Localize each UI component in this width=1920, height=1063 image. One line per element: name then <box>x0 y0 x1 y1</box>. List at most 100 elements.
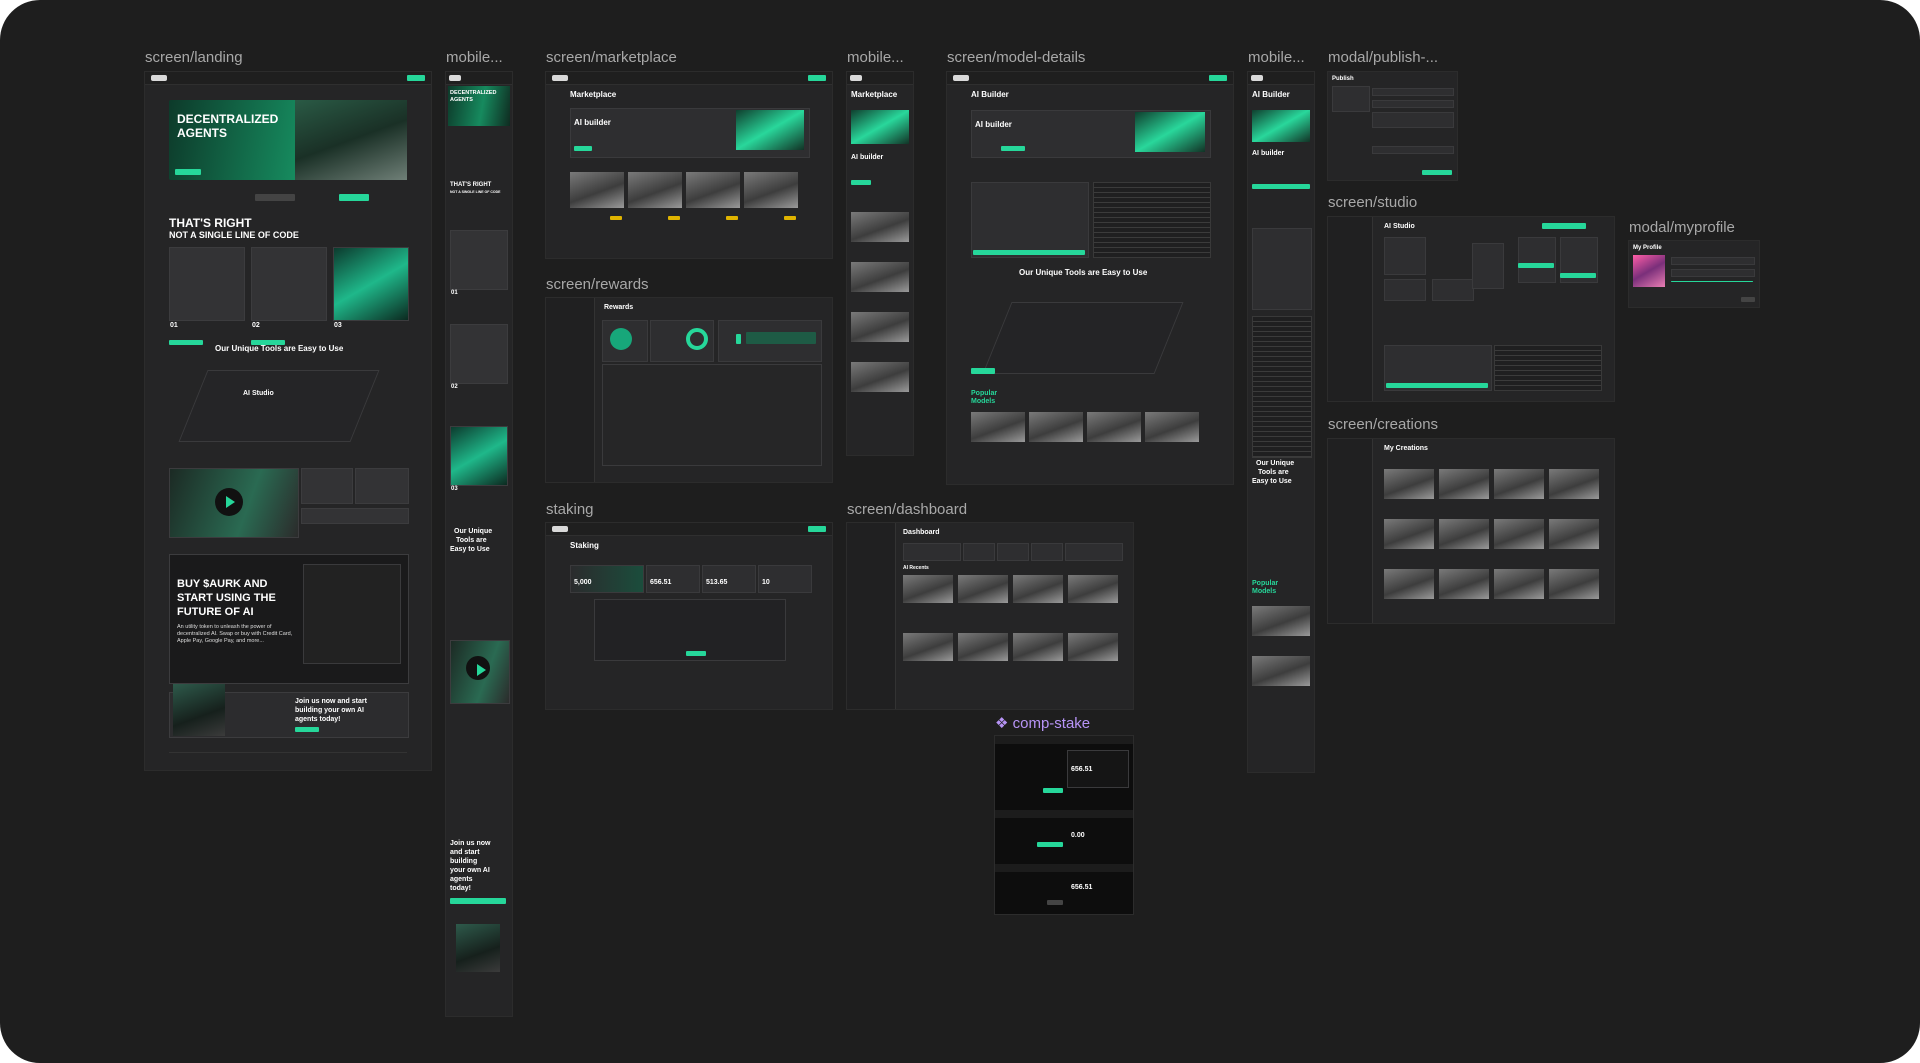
dash-card-2[interactable] <box>958 575 1008 603</box>
get-started-button[interactable] <box>808 526 826 532</box>
popular-card-3[interactable] <box>1087 412 1141 442</box>
model-card-1[interactable] <box>570 172 624 208</box>
stake-button-1[interactable] <box>1043 788 1063 793</box>
model-card-2[interactable] <box>628 172 682 208</box>
model-card-3[interactable] <box>686 172 740 208</box>
profile-name-field[interactable] <box>1671 257 1755 265</box>
creation-card-3[interactable] <box>1494 469 1544 499</box>
swap-widget[interactable] <box>303 564 401 664</box>
explore-button[interactable] <box>339 194 369 201</box>
frame-label-studio[interactable]: screen/studio <box>1328 194 1417 211</box>
launch-studio-button[interactable] <box>1001 146 1025 151</box>
frame-comp-stake[interactable]: 656.51 0.00 656.51 <box>995 736 1133 914</box>
frame-label-landing[interactable]: screen/landing <box>145 49 243 66</box>
publish-thumb[interactable] <box>1332 86 1370 112</box>
mobile-popular-card-2[interactable] <box>1252 656 1310 686</box>
frame-label-myprofile[interactable]: modal/myprofile <box>1629 219 1735 236</box>
frame-mobile-1[interactable]: DECENTRALIZED AGENTS THAT'S RIGHT NOT A … <box>446 72 512 1016</box>
profile-avatar[interactable] <box>1633 255 1665 287</box>
stake-tabs-1[interactable] <box>995 736 1133 744</box>
creation-card-4[interactable] <box>1549 469 1599 499</box>
generate-button[interactable] <box>973 250 1085 255</box>
get-started-button[interactable] <box>808 75 826 81</box>
join-button[interactable] <box>295 727 319 732</box>
creation-card-10[interactable] <box>1439 569 1489 599</box>
frame-publish[interactable]: Publish <box>1328 72 1457 180</box>
get-started-button[interactable] <box>407 75 425 81</box>
publish-submit-button[interactable] <box>1422 170 1452 175</box>
mobile-model-card-4[interactable] <box>851 362 909 392</box>
featured-button[interactable] <box>574 146 592 151</box>
node-5-run[interactable] <box>1518 263 1554 268</box>
popular-card-1[interactable] <box>971 412 1025 442</box>
stake-tabs-3[interactable] <box>995 864 1133 872</box>
frame-label-rewards[interactable]: screen/rewards <box>546 276 649 293</box>
dash-card-3[interactable] <box>1013 575 1063 603</box>
stake-button-3[interactable] <box>1047 900 1063 905</box>
studio-generate-button[interactable] <box>1386 383 1488 388</box>
frame-label-mobile-1[interactable]: mobile... <box>446 49 503 66</box>
frame-studio[interactable]: AI Studio <box>1328 217 1614 401</box>
mobile-input-panel[interactable] <box>1252 228 1312 310</box>
profile-save-button[interactable] <box>1741 297 1755 302</box>
mobile-popular-card-1[interactable] <box>1252 606 1310 636</box>
frame-label-model-details[interactable]: screen/model-details <box>947 49 1085 66</box>
profile-email-field[interactable] <box>1671 269 1755 277</box>
dash-card-6[interactable] <box>958 633 1008 661</box>
launch-studio-cta[interactable] <box>971 368 995 374</box>
dash-card-1[interactable] <box>903 575 953 603</box>
frame-creations[interactable]: My Creations <box>1328 439 1614 623</box>
creation-card-5[interactable] <box>1384 519 1434 549</box>
frame-label-comp-stake[interactable]: ❖ comp-stake <box>995 714 1090 732</box>
dash-card-5[interactable] <box>903 633 953 661</box>
frame-landing[interactable]: DECENTRALIZED AGENTS THAT'S RIGHT NOT A … <box>145 72 431 770</box>
input-panel[interactable] <box>971 182 1089 258</box>
mobile-featured-button[interactable] <box>851 180 871 185</box>
mobile-join-button[interactable] <box>450 898 506 904</box>
mobile-model-card-3[interactable] <box>851 312 909 342</box>
node-1[interactable] <box>1384 237 1426 275</box>
model-card-4[interactable] <box>744 172 798 208</box>
frame-mobile-3[interactable]: AI Builder AI builder Our Unique Tools a… <box>1248 72 1314 772</box>
studio-publish-button[interactable] <box>1542 223 1586 229</box>
creation-card-9[interactable] <box>1384 569 1434 599</box>
hero-cta-button[interactable] <box>175 169 201 175</box>
mobile-play-icon[interactable] <box>466 656 490 680</box>
dash-card-7[interactable] <box>1013 633 1063 661</box>
creation-card-12[interactable] <box>1549 569 1599 599</box>
popular-card-4[interactable] <box>1145 412 1199 442</box>
node-2[interactable] <box>1384 279 1426 301</box>
dash-card-4[interactable] <box>1068 575 1118 603</box>
mobile-model-card-2[interactable] <box>851 262 909 292</box>
mobile-upload-button[interactable] <box>1252 184 1310 189</box>
mobile-model-card-1[interactable] <box>851 212 909 242</box>
frame-staking[interactable]: Staking 5,000 656.51 513.65 10 <box>546 523 832 709</box>
creation-card-8[interactable] <box>1549 519 1599 549</box>
frame-marketplace[interactable]: Marketplace AI builder <box>546 72 832 258</box>
stake-submit-button[interactable] <box>686 651 706 656</box>
stake-tabs-2[interactable] <box>995 810 1133 818</box>
creation-card-2[interactable] <box>1439 469 1489 499</box>
node-5[interactable] <box>1518 237 1556 283</box>
frame-model-details[interactable]: AI Builder AI builder Our Unique Tools a… <box>947 72 1233 484</box>
play-icon[interactable] <box>215 488 243 516</box>
frame-rewards[interactable]: Rewards <box>546 298 832 482</box>
popular-card-2[interactable] <box>1029 412 1083 442</box>
frame-label-creations[interactable]: screen/creations <box>1328 416 1438 433</box>
creation-card-11[interactable] <box>1494 569 1544 599</box>
frame-dashboard[interactable]: Dashboard AI Recents <box>847 523 1133 709</box>
publish-type-field[interactable] <box>1372 100 1454 108</box>
start-studio-button[interactable] <box>1209 75 1227 81</box>
step-1-button[interactable] <box>169 340 203 345</box>
frame-mobile-2[interactable]: Marketplace AI builder <box>847 72 913 455</box>
publish-name-field[interactable] <box>1372 88 1454 96</box>
node-3[interactable] <box>1432 279 1474 301</box>
node-6-run[interactable] <box>1560 273 1596 278</box>
creation-card-1[interactable] <box>1384 469 1434 499</box>
launch-button[interactable] <box>255 194 295 201</box>
frame-label-publish[interactable]: modal/publish-... <box>1328 49 1438 66</box>
frame-label-dashboard[interactable]: screen/dashboard <box>847 501 967 518</box>
node-4[interactable] <box>1472 243 1504 289</box>
publish-price-field[interactable] <box>1372 146 1454 154</box>
frame-label-staking[interactable]: staking <box>546 501 594 518</box>
